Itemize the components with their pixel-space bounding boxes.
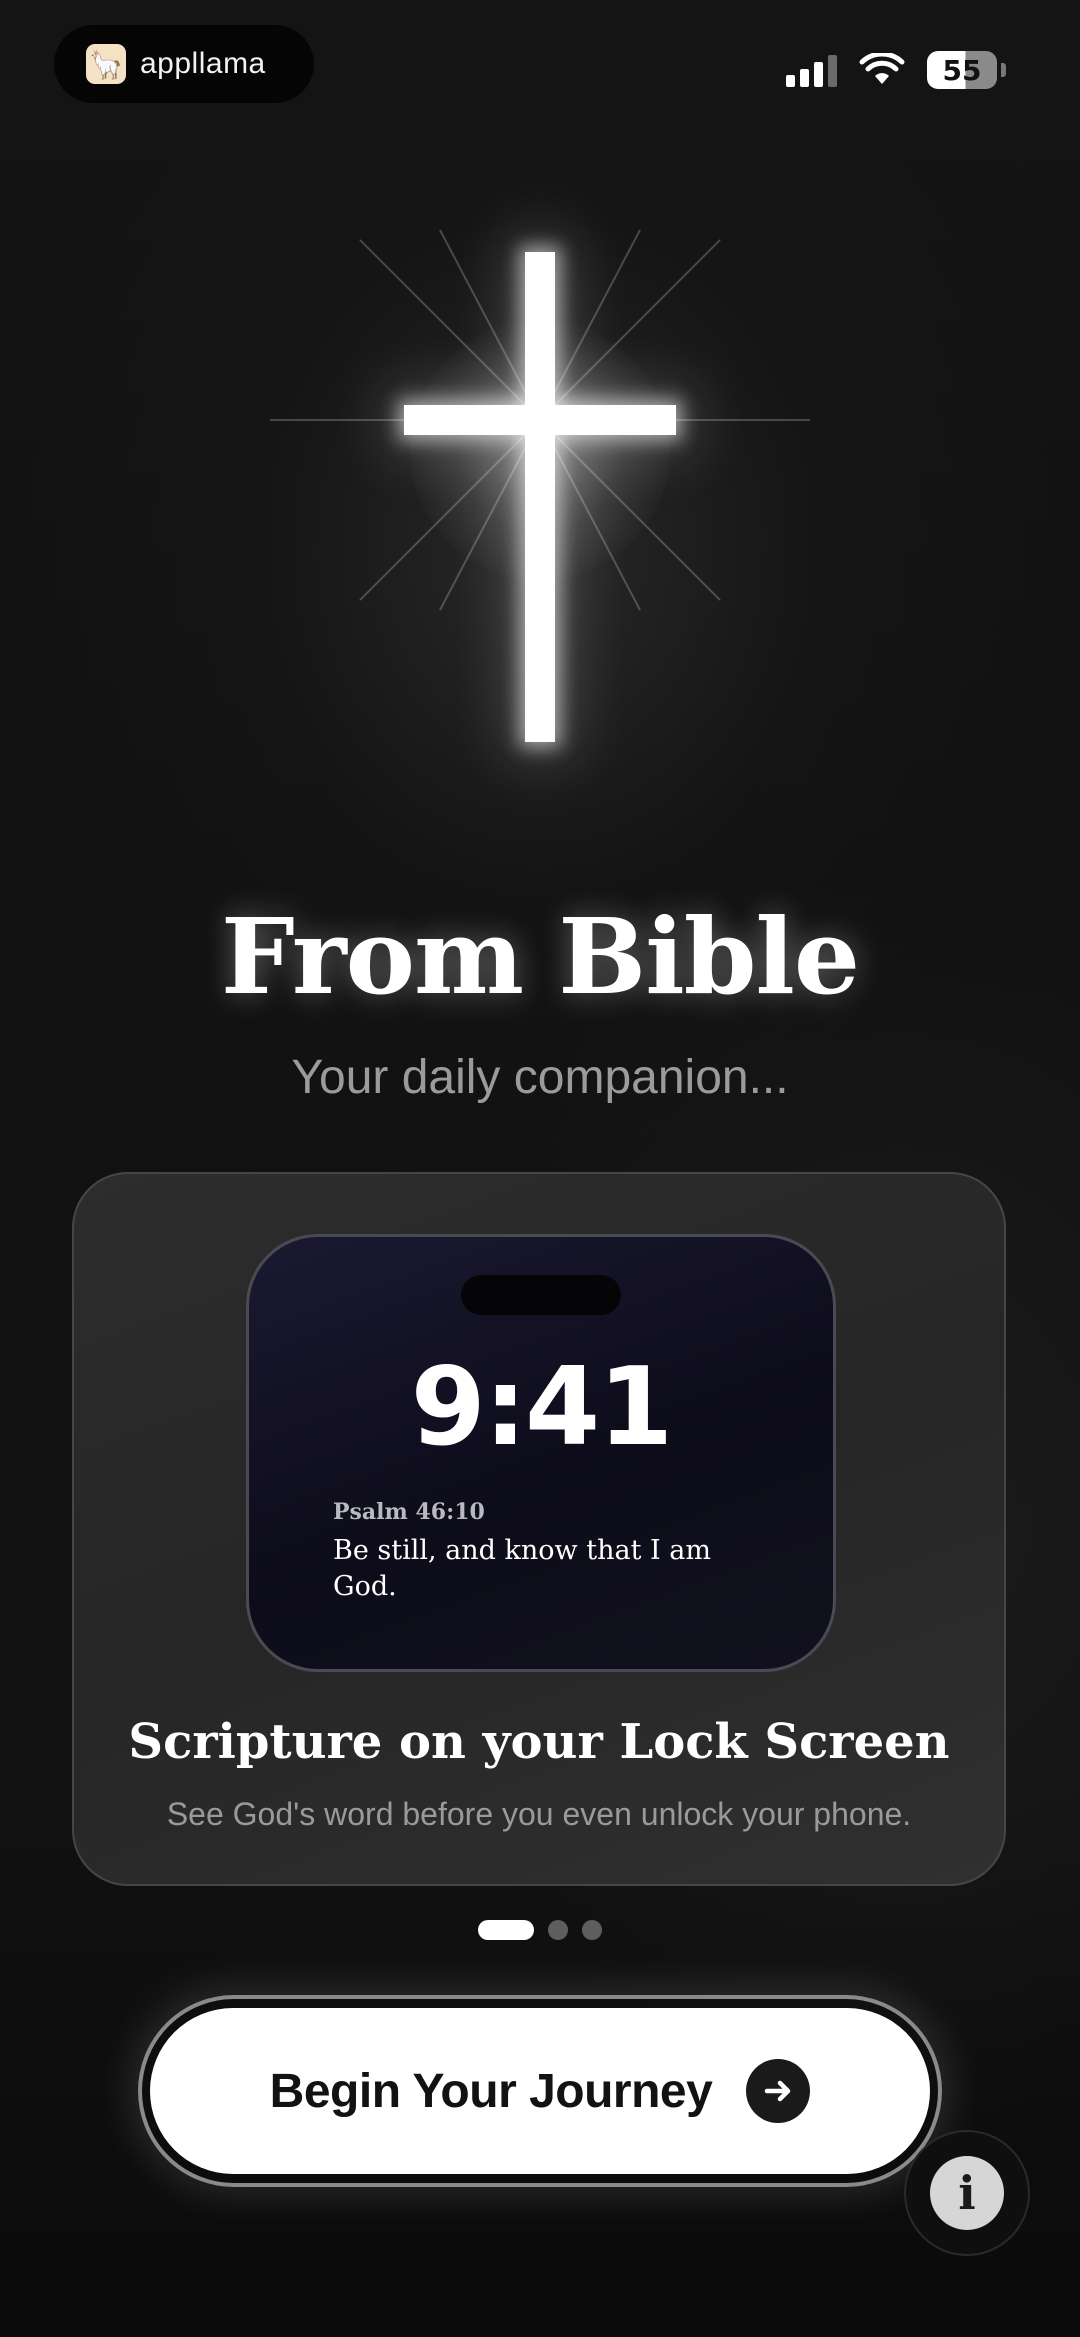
dynamic-island xyxy=(461,1275,621,1315)
cross-vertical-beam xyxy=(525,252,555,742)
page-dot-3[interactable] xyxy=(582,1920,602,1940)
llama-logo-icon: 🦙 xyxy=(86,44,126,84)
cross-horizontal-beam xyxy=(404,405,676,435)
info-glyph: i xyxy=(958,2166,976,2220)
battery-level: 55 xyxy=(942,53,982,87)
begin-journey-button[interactable]: Begin Your Journey xyxy=(150,2008,930,2174)
arrow-right-icon xyxy=(746,2059,811,2123)
signal-icon xyxy=(786,53,837,87)
wifi-icon xyxy=(859,53,905,84)
verse-text: Be still, and know that I am God. xyxy=(333,1535,711,1602)
feature-title: Scripture on your Lock Screen xyxy=(128,1714,950,1770)
bottom-band xyxy=(0,2240,1080,2337)
app-title: From Bible xyxy=(220,895,860,1018)
feature-description: See God's word before you even unlock yo… xyxy=(166,1796,912,1832)
battery-tip xyxy=(1001,63,1006,77)
lock-screen-preview: 9:41 Psalm 46:10 Be still, and know that… xyxy=(246,1234,836,1672)
app-subtitle: Your daily companion... xyxy=(291,1051,789,1104)
feature-card: 9:41 Psalm 46:10 Be still, and know that… xyxy=(72,1172,1006,1886)
info-icon[interactable]: i xyxy=(930,2156,1004,2230)
status-icons: 55 xyxy=(786,44,1006,96)
app-source-pill[interactable]: 🦙 appllama xyxy=(54,25,314,103)
verse-reference: Psalm 46:10 xyxy=(333,1499,485,1525)
begin-journey-label: Begin Your Journey xyxy=(269,2064,713,2118)
onboarding-screen: 🦙 appllama 55 From Bible Your daily comp… xyxy=(0,0,1080,2337)
app-name-label: appllama xyxy=(140,47,266,80)
battery-icon: 55 xyxy=(927,51,997,89)
lock-screen-time: 9:41 xyxy=(410,1345,674,1470)
page-indicator xyxy=(0,1920,1080,1940)
cross-icon xyxy=(240,200,840,800)
page-dot-1[interactable] xyxy=(478,1920,534,1940)
page-dot-2[interactable] xyxy=(548,1920,568,1940)
